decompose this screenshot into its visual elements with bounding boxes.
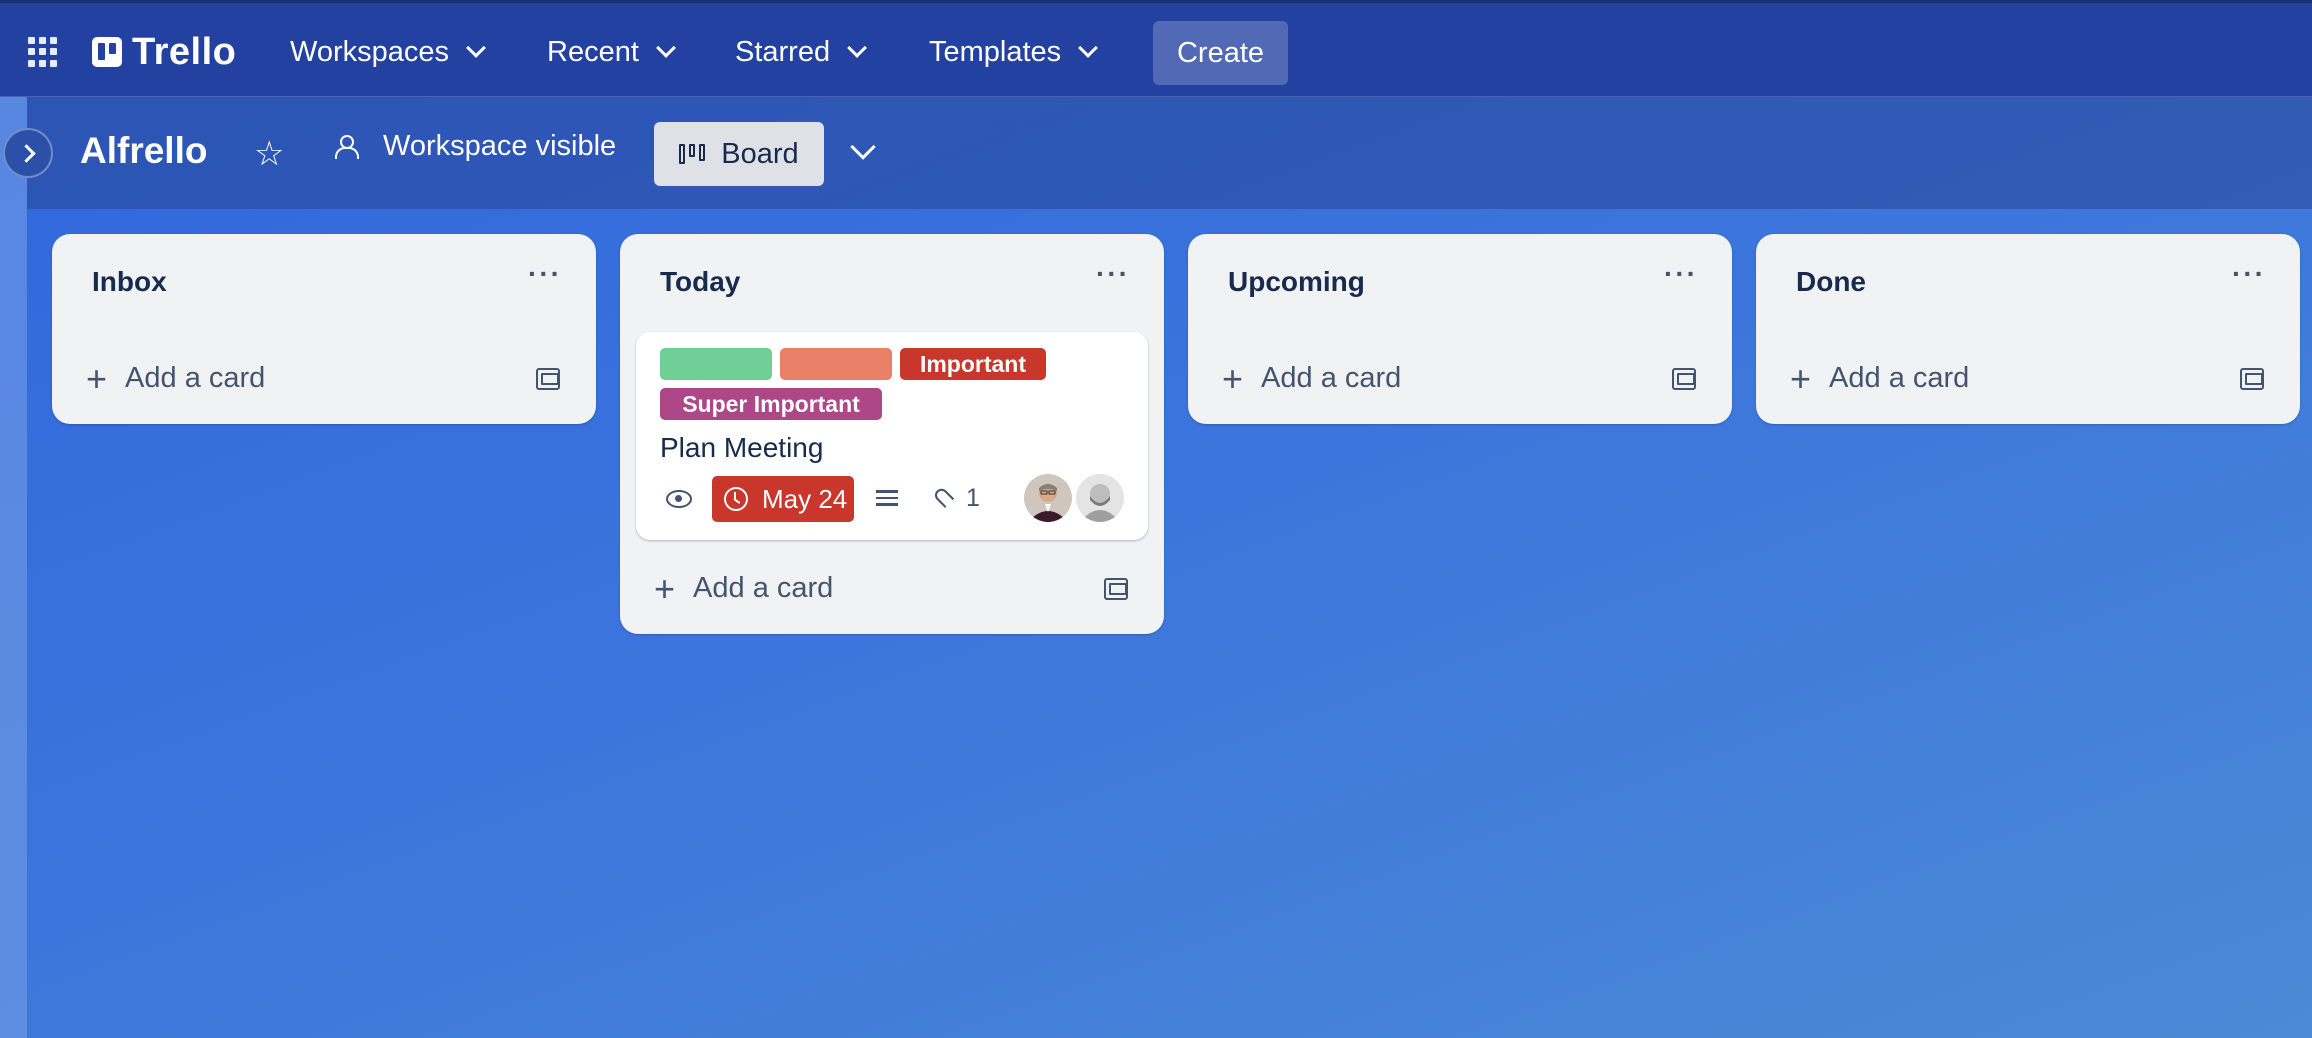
list-inbox: Inbox ··· + Add a card [52,234,596,424]
plus-icon: + [1790,357,1812,399]
expand-sidebar-button[interactable] [3,128,53,178]
list-title: Done [1796,266,1866,297]
starred-menu[interactable]: Starred [735,25,868,79]
create-button[interactable]: Create [1153,21,1288,85]
card-plan-meeting[interactable]: Important Super Important Plan Meeting M… [636,332,1148,540]
add-card-label: Add a card [125,362,266,394]
star-icon[interactable]: ☆ [254,137,284,171]
plus-icon: + [1222,357,1244,399]
sidebar-collapsed [0,97,27,1038]
avatar[interactable] [1076,474,1124,522]
paperclip-icon: ⊂ [924,477,963,516]
add-card-button[interactable]: + Add a card [1222,357,1402,399]
watching-eye-icon [666,490,692,508]
create-from-template-icon[interactable] [2240,368,2264,390]
attachment-count: 1 [966,484,980,512]
app-switcher-icon[interactable] [28,37,58,67]
list-menu-icon[interactable]: ··· [1664,260,1698,288]
add-card-label: Add a card [693,572,834,604]
visibility-label: Workspace visible [383,130,617,162]
recent-menu-label: Recent [547,35,639,68]
templates-menu[interactable]: Templates [929,25,1099,79]
add-card-label: Add a card [1829,362,1970,394]
card-title: Plan Meeting [660,432,824,463]
list-upcoming: Upcoming ··· + Add a card [1188,234,1732,424]
workspaces-menu-label: Workspaces [290,35,450,68]
plus-icon: + [654,567,676,609]
due-date-badge[interactable]: May 24 [712,476,854,522]
list-title: Inbox [92,266,167,297]
chevron-down-icon [466,38,486,58]
create-from-template-icon[interactable] [1672,368,1696,390]
description-icon [876,490,898,508]
board-view-label: Board [721,137,799,170]
templates-menu-label: Templates [929,35,1062,68]
top-navigation: Trello Workspaces Recent Starred Templat… [0,0,2312,97]
create-from-template-icon[interactable] [536,368,560,390]
chevron-down-icon [1078,38,1099,58]
people-icon [335,134,363,159]
list-done: Done ··· + Add a card [1756,234,2300,424]
list-menu-icon[interactable]: ··· [2232,260,2266,288]
list-menu-icon[interactable]: ··· [528,260,562,288]
trello-logo-icon [92,37,122,67]
add-card-button[interactable]: + Add a card [86,357,266,399]
board-icon [679,144,706,164]
workspace-visibility-button[interactable]: Workspace visible [335,130,616,163]
clock-icon [724,487,748,511]
workspaces-menu[interactable]: Workspaces [290,25,486,79]
card-label[interactable] [660,348,772,380]
starred-menu-label: Starred [735,35,831,68]
avatar[interactable] [1024,474,1072,522]
add-card-button[interactable]: + Add a card [654,567,834,609]
trello-logo[interactable]: Trello [92,33,236,71]
card-label-important[interactable]: Important [900,348,1046,380]
chevron-down-icon [847,38,868,58]
chevron-down-icon [655,38,676,58]
list-title: Today [660,266,741,297]
board-view-button[interactable]: Board [654,122,824,186]
card-label[interactable] [780,348,892,380]
list-title: Upcoming [1228,266,1365,297]
create-from-template-icon[interactable] [1104,578,1128,600]
due-date-text: May 24 [762,483,848,514]
add-card-label: Add a card [1261,362,1402,394]
add-card-button[interactable]: + Add a card [1790,357,1970,399]
card-label-super-important[interactable]: Super Important [660,388,882,420]
list-menu-icon[interactable]: ··· [1096,260,1130,288]
recent-menu[interactable]: Recent [547,25,676,79]
plus-icon: + [86,357,108,399]
brand-name: Trello [132,31,237,73]
board-title[interactable]: Alfrello [80,130,207,172]
